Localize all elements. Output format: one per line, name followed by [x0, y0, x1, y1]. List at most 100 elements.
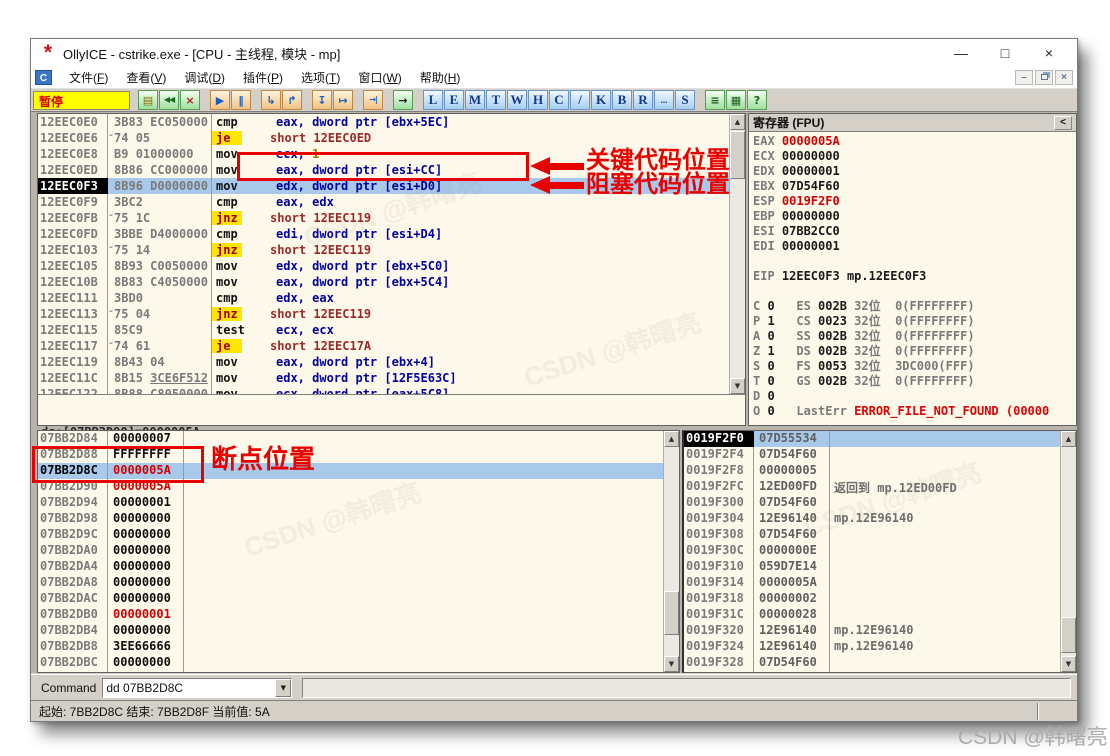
register-line[interactable] [753, 254, 1072, 269]
restart-button[interactable]: ◀◀ [159, 90, 179, 110]
register-line[interactable]: ESI 07BB2CC0 [753, 224, 1072, 239]
stack-row[interactable]: 0019F2F007D55534 [684, 431, 1076, 447]
disasm-row[interactable]: 12EEC105 8B93 C0050000movedx, dword ptr … [38, 258, 745, 274]
register-line[interactable]: EIP 12EEC0F3 mp.12EEC0F3 [753, 269, 1072, 284]
chevron-down-icon[interactable]: ▼ [275, 679, 291, 697]
goto-button[interactable]: → [393, 90, 413, 110]
letter-button-L[interactable]: L [423, 90, 443, 110]
dump-row[interactable]: 07BB2DBC00000000 [38, 655, 679, 671]
dump-row[interactable]: 07BB2D8400000007 [38, 431, 679, 447]
stack-row[interactable]: 0019F32412E96140mp.12E96140 [684, 639, 1076, 655]
stack-row[interactable]: 0019F31800000002 [684, 591, 1076, 607]
scrollbar-thumb[interactable] [664, 591, 679, 635]
dump-row[interactable]: 07BB2DB400000000 [38, 623, 679, 639]
stack-row[interactable]: 0019F2F800000005 [684, 463, 1076, 479]
collapse-button[interactable]: < [1054, 116, 1072, 130]
stack-scrollbar[interactable]: ▲ ▼ [1060, 431, 1076, 672]
help-button[interactable]: ? [747, 90, 767, 110]
cpu-window-icon[interactable]: C [35, 70, 52, 85]
scrollbar-thumb[interactable] [730, 131, 745, 179]
dump-row[interactable]: 07BB2DA800000000 [38, 575, 679, 591]
register-line[interactable]: A 0 SS 002B 32位 0(FFFFFFFF) [753, 329, 1072, 344]
dump-row[interactable]: 07BB2DB000000001 [38, 607, 679, 623]
disasm-row[interactable]: 12EEC10B 8B83 C4050000moveax, dword ptr … [38, 274, 745, 290]
stack-row[interactable]: 0019F32C07D54F60 [684, 671, 1076, 672]
animate-over-button[interactable]: ↦ [333, 90, 353, 110]
disasm-row[interactable]: 12EEC103ˇ75 14jnzshort 12EEC119 [38, 242, 745, 258]
letter-button-W[interactable]: W [507, 90, 527, 110]
register-line[interactable]: EDI 00000001 [753, 239, 1072, 254]
mdi-minimize-button[interactable]: – [1015, 70, 1033, 85]
letter-button-M[interactable]: M [465, 90, 485, 110]
disasm-row[interactable]: 12EEC11C 8B15 3CE6F512movedx, dword ptr … [38, 370, 745, 386]
letter-button-R[interactable]: R [633, 90, 653, 110]
maximize-button[interactable]: □ [983, 40, 1027, 66]
register-line[interactable]: EDX 00000001 [753, 164, 1072, 179]
command-input[interactable] [103, 679, 275, 697]
stack-row[interactable]: 0019F2F407D54F60 [684, 447, 1076, 463]
menu-item-5[interactable]: 选项(T) [292, 67, 349, 88]
letter-button-E[interactable]: E [444, 90, 464, 110]
menu-item-7[interactable]: 帮助(H) [411, 67, 470, 88]
mdi-close-button[interactable]: × [1055, 70, 1073, 85]
menu-item-2[interactable]: 查看(V) [117, 67, 175, 88]
dump-row[interactable]: 07BB2DB83EE66666 [38, 639, 679, 655]
letter-button-B[interactable]: B [612, 90, 632, 110]
open-file-button[interactable]: ▤ [138, 90, 158, 110]
scroll-up-icon[interactable]: ▲ [1061, 431, 1076, 447]
disasm-row[interactable]: 12EEC0FD 3BBE D4000000cmpedi, dword ptr … [38, 226, 745, 242]
register-line[interactable]: Z 1 DS 002B 32位 0(FFFFFFFF) [753, 344, 1072, 359]
register-line[interactable]: EBP 00000000 [753, 209, 1072, 224]
mdi-restore-button[interactable] [1035, 70, 1053, 85]
disasm-row[interactable]: 12EEC0E6ˇ74 05jeshort 12EEC0ED [38, 130, 745, 146]
stack-row[interactable]: 0019F310059D7E14 [684, 559, 1076, 575]
close-program-button[interactable]: × [180, 90, 200, 110]
appearance-button[interactable]: ▦ [726, 90, 746, 110]
step-over-button[interactable]: ↱ [282, 90, 302, 110]
dump-row[interactable]: 07BB2DA000000000 [38, 543, 679, 559]
scroll-down-icon[interactable]: ▼ [730, 378, 745, 394]
disasm-row[interactable]: 12EEC122 8B88 C8050000movecx, dword ptr … [38, 386, 745, 394]
register-line[interactable]: O 0 LastErr ERROR_FILE_NOT_FOUND (00000 [753, 404, 1072, 419]
close-button[interactable]: × [1027, 40, 1071, 66]
register-line[interactable]: T 0 GS 002B 32位 0(FFFFFFFF) [753, 374, 1072, 389]
disasm-row[interactable]: 12EEC0E0 3B83 EC050000cmpeax, dword ptr … [38, 114, 745, 130]
disassembly-scrollbar[interactable]: ▲ ▼ [729, 114, 745, 394]
stack-row[interactable]: 0019F3140000005A [684, 575, 1076, 591]
command-combobox[interactable]: ▼ [102, 678, 292, 698]
scroll-down-icon[interactable]: ▼ [1061, 656, 1076, 672]
register-line[interactable]: P 1 CS 0023 32位 0(FFFFFFFF) [753, 314, 1072, 329]
register-line[interactable]: S 0 FS 0053 32位 3DC000(FFF) [753, 359, 1072, 374]
disasm-row[interactable]: 12EEC111 3BD0cmpedx, eax [38, 290, 745, 306]
stack-row[interactable]: 0019F31C00000028 [684, 607, 1076, 623]
stack-row[interactable]: 0019F32807D54F60 [684, 655, 1076, 671]
scroll-down-icon[interactable]: ▼ [664, 656, 679, 672]
minimize-button[interactable]: — [939, 40, 983, 66]
scrollbar-thumb[interactable] [1061, 617, 1076, 653]
menu-item-6[interactable]: 窗口(W) [349, 67, 410, 88]
register-line[interactable] [753, 284, 1072, 299]
dump-row[interactable]: 07BB2DC000000000 [38, 671, 679, 672]
animate-into-button[interactable]: ↧ [312, 90, 332, 110]
dump-scrollbar[interactable]: ▲ ▼ [663, 431, 679, 672]
letter-button-C[interactable]: C [549, 90, 569, 110]
menu-item-1[interactable]: 文件(F) [60, 67, 117, 88]
menu-item-4[interactable]: 插件(P) [234, 67, 292, 88]
letter-button-K[interactable]: K [591, 90, 611, 110]
run-button[interactable]: ▶ [210, 90, 230, 110]
dump-row[interactable]: 07BB2DA400000000 [38, 559, 679, 575]
pause-button[interactable]: ‖ [231, 90, 251, 110]
scroll-up-icon[interactable]: ▲ [730, 114, 745, 130]
stack-row[interactable]: 0019F30C0000000E [684, 543, 1076, 559]
log-options-button[interactable]: ≡ [705, 90, 725, 110]
register-line[interactable]: ECX 00000000 [753, 149, 1072, 164]
register-line[interactable]: ESP 0019F2F0 [753, 194, 1072, 209]
register-line[interactable]: EBX 07D54F60 [753, 179, 1072, 194]
register-line[interactable]: D 0 [753, 389, 1072, 404]
step-into-button[interactable]: ↳ [261, 90, 281, 110]
register-line[interactable]: C 0 ES 002B 32位 0(FFFFFFFF) [753, 299, 1072, 314]
register-line[interactable]: EAX 0000005A [753, 134, 1072, 149]
stack-row[interactable]: 0019F32012E96140mp.12E96140 [684, 623, 1076, 639]
letter-button-S[interactable]: S [675, 90, 695, 110]
stack-row[interactable]: 0019F30807D54F60 [684, 527, 1076, 543]
